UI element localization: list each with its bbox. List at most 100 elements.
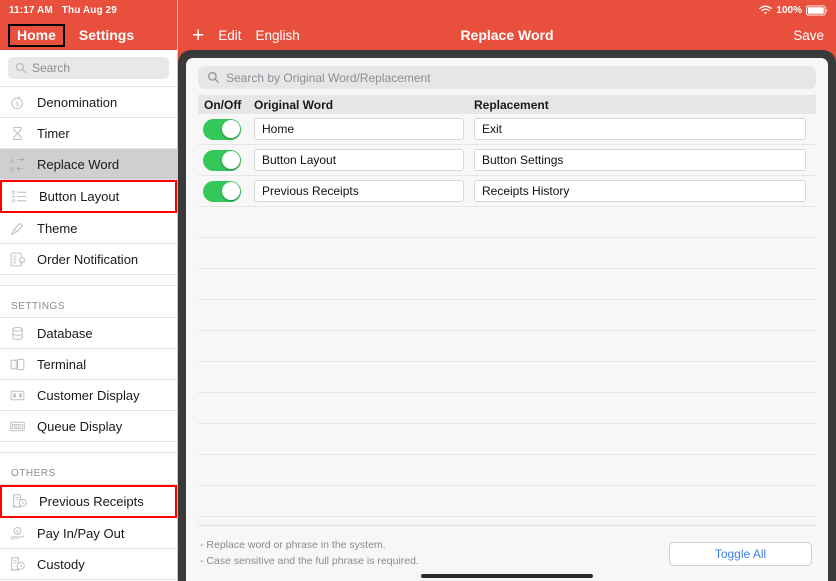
sidebar-item-label: Denomination: [37, 94, 118, 110]
table-header-row: On/Off Original Word Replacement: [198, 95, 816, 114]
replacement-word-input[interactable]: Exit: [474, 118, 806, 140]
toggle-all-button[interactable]: Toggle All: [669, 541, 812, 566]
sidebar-item-theme[interactable]: Theme: [0, 213, 177, 244]
table-row: Home Exit: [198, 114, 816, 145]
sidebar-status-bar: 11:17 AM Thu Aug 29: [0, 0, 177, 20]
sidebar-item-button-layout[interactable]: Button Layout: [0, 180, 177, 213]
sidebar-group-divider: [0, 442, 177, 453]
home-indicator: [421, 574, 593, 578]
main-nav-bar: + Edit English Replace Word Save: [178, 20, 836, 50]
row-replacement-cell: Button Settings: [474, 149, 816, 171]
sidebar-item-label: Previous Receipts: [39, 494, 144, 509]
sidebar-item-customer-display[interactable]: Customer Display: [0, 380, 177, 411]
battery-full-icon: [806, 4, 828, 16]
sidebar-item-label: Terminal: [37, 356, 87, 372]
sidebar-item-label: Custody: [37, 556, 85, 572]
sidebar: 11:17 AM Thu Aug 29 Home Settings Search…: [0, 0, 178, 581]
sidebar-item-denomination[interactable]: $ Denomination: [0, 87, 177, 118]
row-enable-toggle[interactable]: [203, 149, 241, 171]
sidebar-item-custody[interactable]: Custody: [0, 549, 177, 580]
receipt-clock-icon: [13, 494, 27, 508]
nav-left-group: + Edit English: [192, 25, 300, 46]
row-enable-toggle[interactable]: [203, 180, 241, 202]
language-button[interactable]: English: [256, 28, 300, 43]
hourglass-icon: [13, 126, 22, 140]
sidebar-item-label: Replace Word: [37, 156, 120, 172]
search-icon: [15, 62, 27, 74]
footer-note-2: - Case sensitive and the full phrase is …: [200, 554, 419, 567]
row-original-cell: Button Layout: [254, 149, 474, 171]
main-pane: 100% + Edit English Replace Word Save Se…: [178, 0, 836, 581]
sidebar-item-queue-display[interactable]: Queue Display: [0, 411, 177, 442]
sidebar-item-previous-receipts[interactable]: Previous Receipts: [0, 485, 177, 518]
table-row: Previous Receipts Receipts History: [198, 176, 816, 207]
settings-title: Settings: [78, 27, 135, 43]
column-header-replacement: Replacement: [474, 97, 549, 112]
bullet-list-icon: [11, 190, 27, 203]
row-toggle-cell: [198, 118, 254, 140]
table-row: Button Layout Button Settings: [198, 145, 816, 176]
original-word-input[interactable]: Previous Receipts: [254, 180, 464, 202]
replacement-word-input[interactable]: Receipts History: [474, 180, 806, 202]
order-bell-icon: $: [10, 252, 25, 266]
table-row-empty: [198, 207, 816, 238]
sidebar-item-order-notification[interactable]: $ Order Notification: [0, 244, 177, 275]
sidebar-item-timer[interactable]: Timer: [0, 118, 177, 149]
app-root: 11:17 AM Thu Aug 29 Home Settings Search…: [0, 0, 836, 581]
row-enable-toggle[interactable]: [203, 118, 241, 140]
row-toggle-cell: [198, 180, 254, 202]
coin-icon: $: [11, 95, 23, 109]
table-row-empty: [198, 238, 816, 269]
row-replacement-cell: Receipts History: [474, 180, 816, 202]
svg-text:$: $: [15, 101, 19, 107]
customer-display-icon: [10, 390, 25, 400]
table-row-empty: [198, 424, 816, 455]
sidebar-group-others-header: OTHERS: [0, 453, 177, 485]
sidebar-search-input[interactable]: Search: [8, 57, 169, 79]
device-screen: Search by Original Word/Replacement On/O…: [186, 58, 828, 581]
status-time: 11:17 AM: [9, 4, 53, 16]
sidebar-group-divider: [0, 275, 177, 286]
svg-text:B: B: [10, 167, 14, 173]
table-search-placeholder: Search by Original Word/Replacement: [226, 70, 431, 85]
sidebar-item-label: Theme: [37, 220, 78, 236]
original-word-input[interactable]: Button Layout: [254, 149, 464, 171]
sidebar-group-settings-header: SETTINGS: [0, 286, 177, 318]
add-button[interactable]: +: [192, 25, 204, 46]
database-icon: [12, 326, 23, 340]
terminal-icon: [10, 358, 25, 370]
replacement-word-input[interactable]: Button Settings: [474, 149, 806, 171]
sidebar-item-label: Pay In/Pay Out: [37, 525, 125, 541]
edit-button[interactable]: Edit: [218, 28, 241, 43]
sidebar-item-terminal[interactable]: Terminal: [0, 349, 177, 380]
sidebar-item-database[interactable]: Database: [0, 318, 177, 349]
main-status-bar: 100%: [178, 0, 836, 20]
row-original-cell: Home: [254, 118, 474, 140]
sidebar-item-replace-word[interactable]: A B Replace Word: [0, 149, 177, 180]
sidebar-item-label: Queue Display: [37, 418, 123, 434]
save-button[interactable]: Save: [793, 28, 824, 43]
replace-word-icon: A B: [10, 156, 25, 173]
home-button[interactable]: Home: [8, 23, 65, 47]
row-original-cell: Previous Receipts: [254, 180, 474, 202]
table-row-empty: [198, 362, 816, 393]
table-row-empty: [198, 300, 816, 331]
sidebar-item-pay-in-pay-out[interactable]: $ Pay In/Pay Out: [0, 518, 177, 549]
battery-percent: 100%: [776, 4, 802, 16]
table-search-input[interactable]: Search by Original Word/Replacement: [198, 66, 816, 89]
row-toggle-cell: [198, 149, 254, 171]
sidebar-item-label: Database: [37, 325, 93, 341]
toggle-knob: [221, 182, 240, 200]
sidebar-item-label: Order Notification: [37, 251, 139, 267]
replace-word-panel: Search by Original Word/Replacement On/O…: [186, 58, 828, 581]
table-row-empty: [198, 269, 816, 300]
original-word-input[interactable]: Home: [254, 118, 464, 140]
custody-icon: [11, 556, 25, 571]
table-row-empty: [198, 393, 816, 424]
sidebar-item-label: Button Layout: [39, 189, 120, 204]
wifi-icon: [759, 5, 773, 14]
device-frame: Search by Original Word/Replacement On/O…: [178, 50, 836, 581]
queue-display-icon: [10, 421, 25, 431]
table-row-empty: [198, 331, 816, 362]
toggle-knob: [221, 151, 240, 169]
